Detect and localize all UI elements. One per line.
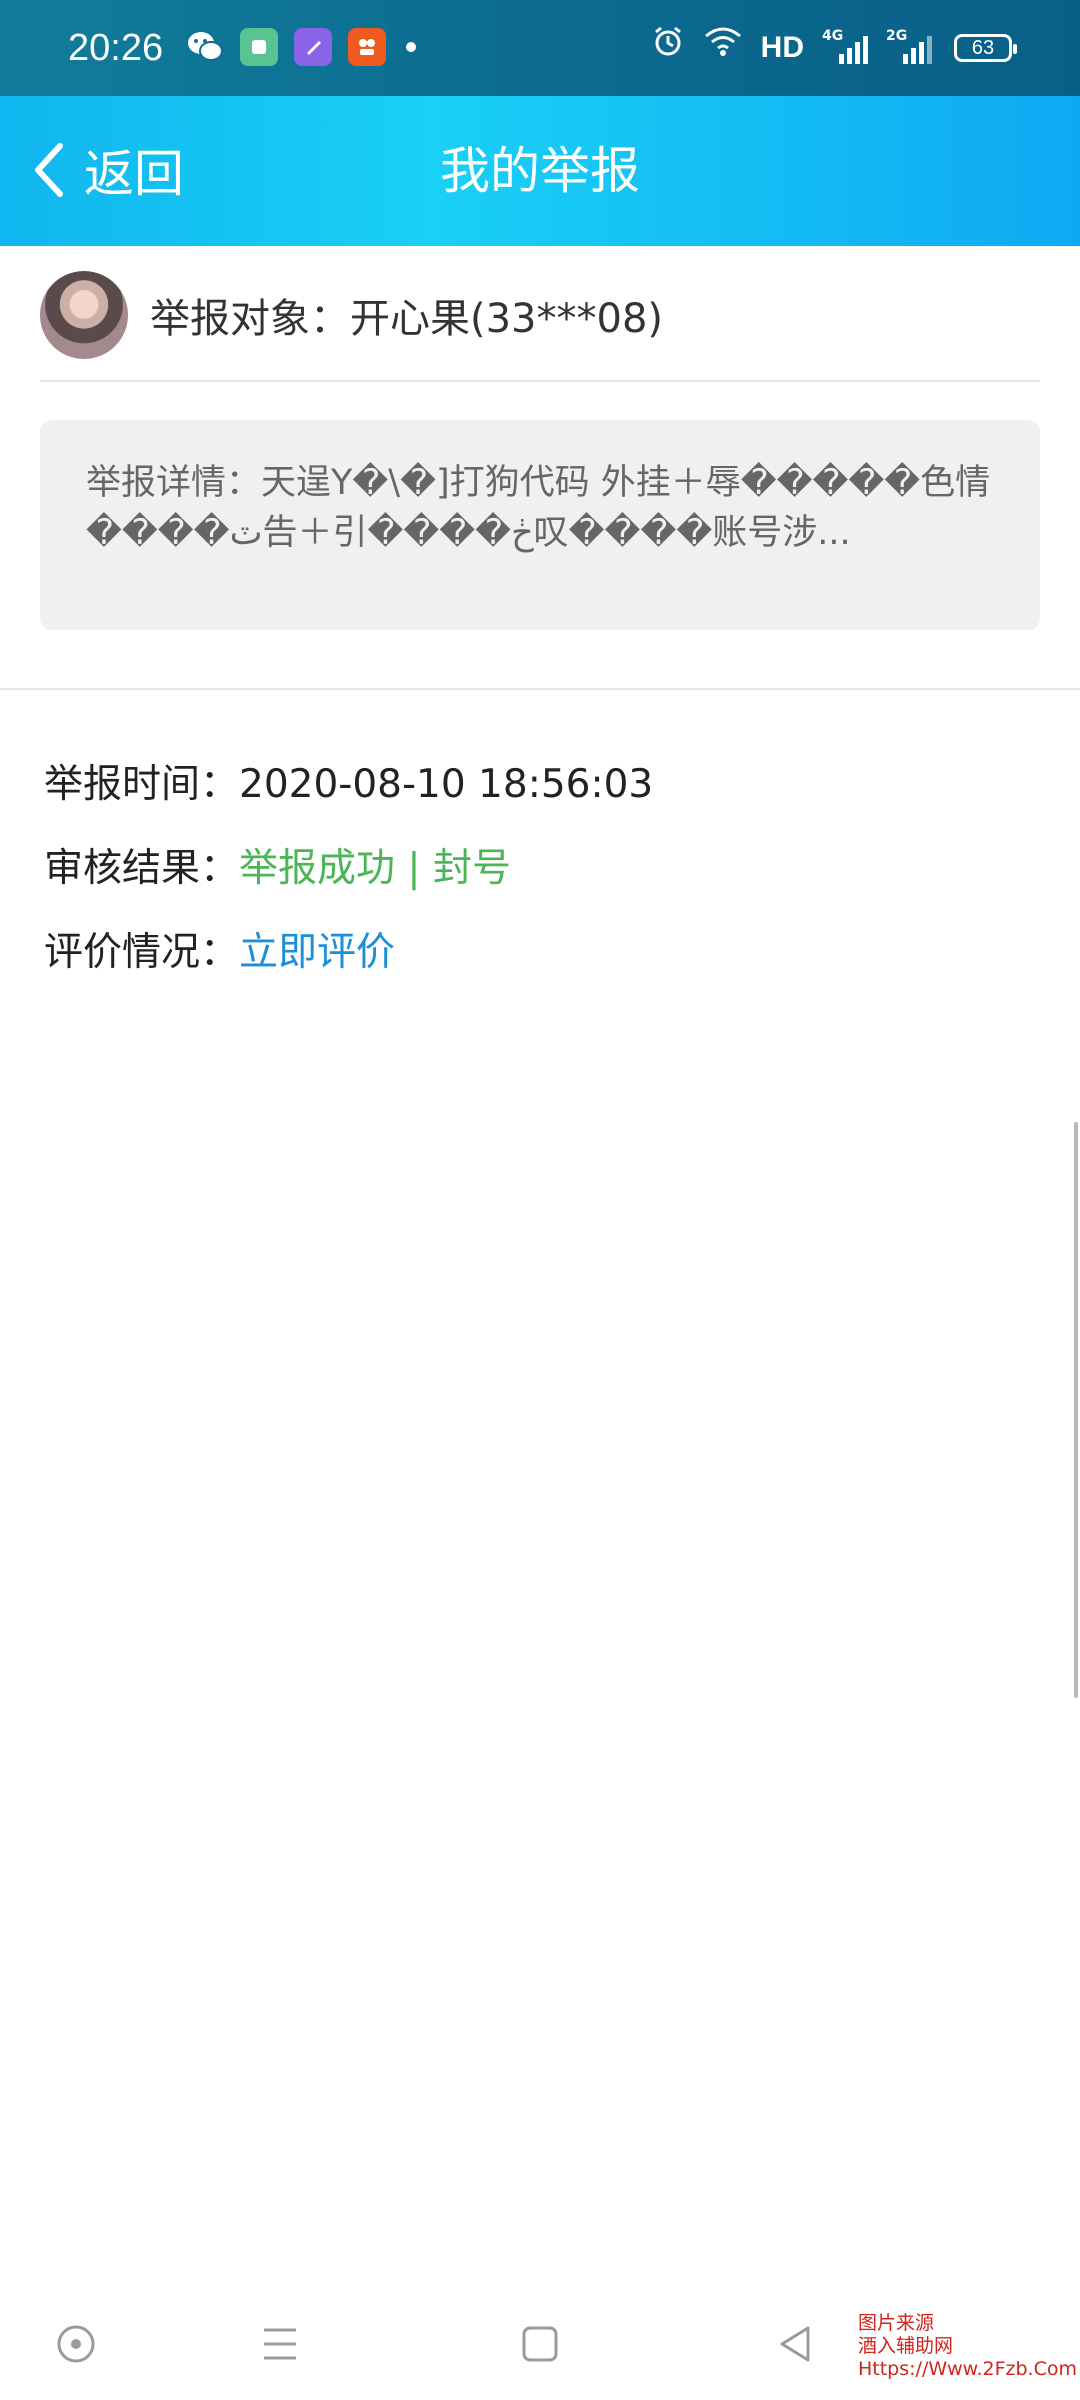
scrollbar[interactable] xyxy=(1074,1122,1078,1698)
signal-4g-icon: 4G xyxy=(822,28,868,68)
battery-icon: 63 xyxy=(954,33,1017,62)
home-button[interactable] xyxy=(510,2314,570,2374)
menu-button[interactable] xyxy=(250,2314,310,2374)
triangle-back-icon xyxy=(780,2326,810,2362)
detail-label: 举报详情： xyxy=(86,463,262,503)
status-bar: 20:26 HD 4G 2G 63 xyxy=(0,0,1080,96)
watermark-line-2: 酒入辅助网 xyxy=(858,2335,954,2357)
page-title: 我的举报 xyxy=(440,142,640,200)
app-orange-icon xyxy=(348,28,386,66)
avatar[interactable] xyxy=(40,271,128,359)
assistant-button[interactable] xyxy=(46,2314,106,2374)
menu-icon xyxy=(264,2328,296,2360)
review-result-row: 审核结果：举报成功 | 封号 xyxy=(44,844,511,894)
more-notifications-dot xyxy=(406,42,416,52)
status-indicators: HD 4G 2G 63 xyxy=(633,24,1017,71)
hd-label: HD xyxy=(760,30,804,64)
target-label: 举报对象： xyxy=(150,296,350,342)
status-time: 20:26 xyxy=(68,27,164,69)
circle-dot-icon xyxy=(57,2325,95,2363)
nav-back-button[interactable] xyxy=(766,2314,826,2374)
result-value: 举报成功 | 封号 xyxy=(239,846,511,891)
target-value: 开心果(33***08) xyxy=(350,296,664,342)
report-detail: 举报详情：天逞Y�\�]打狗代码 外挂＋辱�����色情����ٽ告＋引����… xyxy=(86,458,994,558)
eval-label: 评价情况： xyxy=(44,930,240,975)
section-divider xyxy=(0,688,1080,690)
notification-icons xyxy=(186,28,416,66)
time-label: 举报时间： xyxy=(44,762,240,807)
result-label: 审核结果： xyxy=(44,846,240,891)
report-target-row: 举报对象：开心果(33***08) xyxy=(40,270,1040,360)
report-target: 举报对象：开心果(33***08) xyxy=(150,286,663,344)
wechat-icon xyxy=(186,28,224,66)
wifi-icon xyxy=(703,25,743,70)
app-green-icon xyxy=(240,28,278,66)
alarm-icon xyxy=(651,24,685,71)
watermark-line-3: Https://Www.2Fzb.Com xyxy=(858,2358,1078,2380)
evaluation-row: 评价情况：立即评价 xyxy=(44,928,395,978)
evaluate-now-link[interactable]: 立即评价 xyxy=(239,930,395,975)
report-time-row: 举报时间：2020-08-10 18:56:03 xyxy=(44,760,653,810)
watermark-line-1: 图片来源 xyxy=(858,2312,935,2334)
report-detail-box: 举报详情：天逞Y�\�]打狗代码 外挂＋辱�����色情����ٽ告＋引����… xyxy=(40,420,1040,630)
title-bar: 返回 我的举报 xyxy=(0,96,1080,246)
divider xyxy=(40,380,1040,382)
watermark: 图片来源 酒入辅助网 Https://Www.2Fzb.Com xyxy=(858,2312,1077,2381)
signal-2g-icon: 2G xyxy=(886,28,932,68)
square-home-icon xyxy=(522,2326,558,2362)
time-value: 2020-08-10 18:56:03 xyxy=(239,762,654,807)
app-purple-icon xyxy=(294,28,332,66)
